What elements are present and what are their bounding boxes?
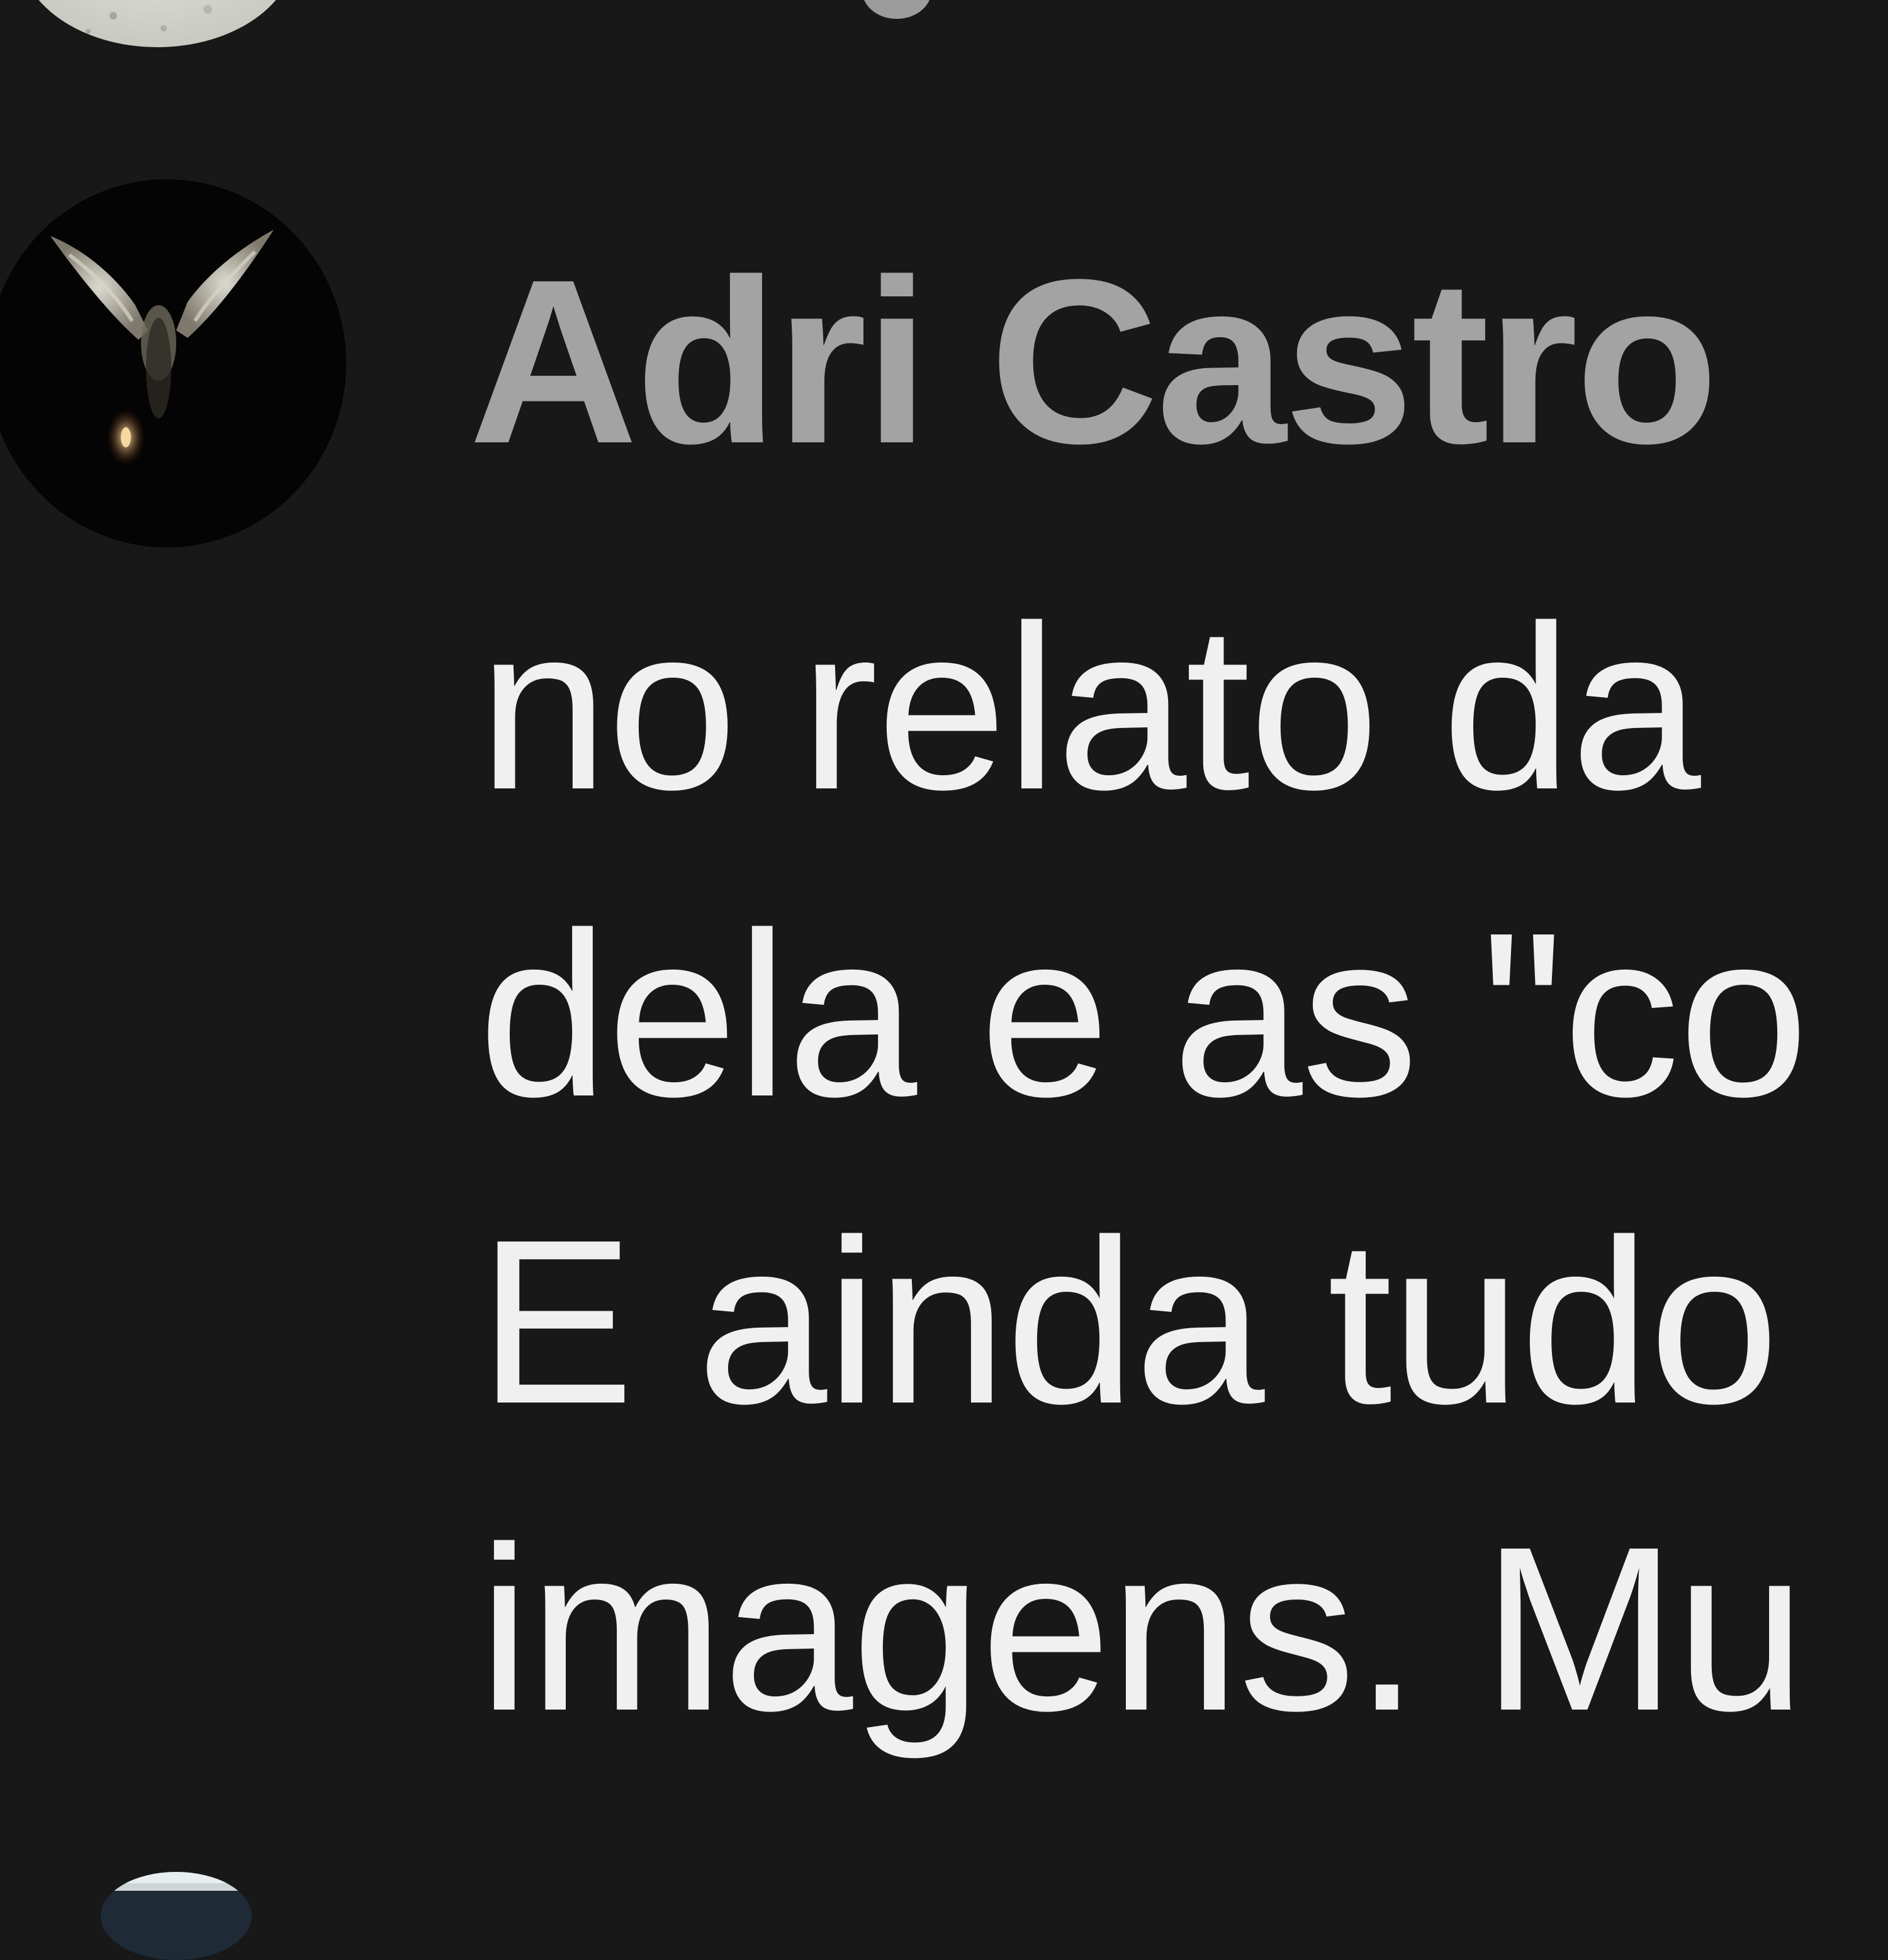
- previous-comment-avatar[interactable]: [19, 0, 296, 47]
- next-comment-avatar[interactable]: [101, 1872, 252, 1960]
- comment-body-line: dela e as "co: [478, 883, 1809, 1145]
- comment-body-line: E ainda tudo: [478, 1190, 1779, 1452]
- angel-wings-icon: [0, 179, 346, 547]
- previous-avatar-image: [19, 0, 296, 47]
- comment-author-name[interactable]: Adri Castro: [469, 244, 1719, 478]
- comment-author-avatar[interactable]: [0, 179, 346, 547]
- next-avatar-image: [101, 1872, 252, 1960]
- comment-body-line: imagens. Mu: [478, 1498, 1806, 1759]
- comment-body: no relato da dela e as "co E ainda tudo …: [478, 554, 1888, 1782]
- previous-author-name-fragment: [862, 0, 931, 19]
- comment-body-line: no relato da: [478, 576, 1701, 838]
